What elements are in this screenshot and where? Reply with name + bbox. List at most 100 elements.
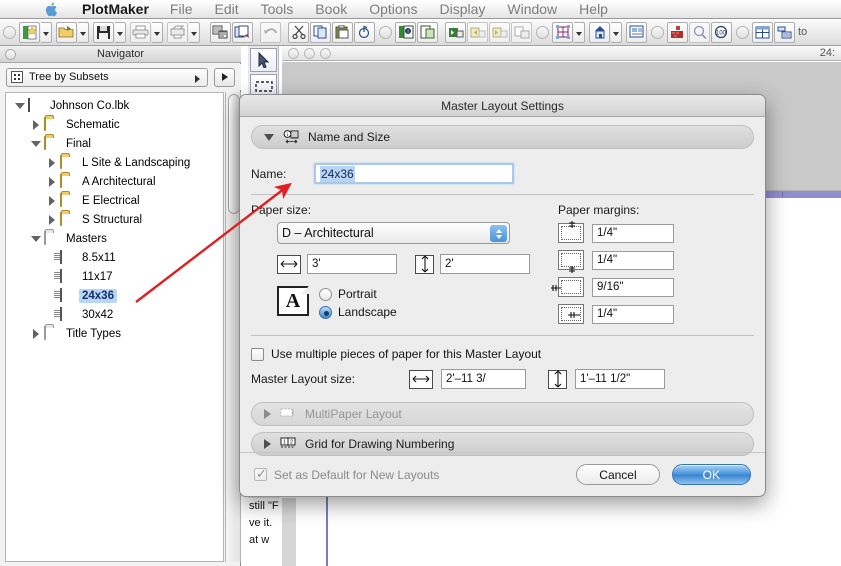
tree-item-24x36[interactable]: 24x36 — [6, 286, 223, 305]
tree-item-title-types[interactable]: Title Types — [6, 324, 223, 343]
set-default-checkbox[interactable] — [254, 466, 267, 482]
dialog-titlebar[interactable]: Master Layout Settings — [240, 95, 765, 117]
multipaper-checkbox[interactable] — [251, 347, 264, 361]
last-drawing-icon[interactable] — [511, 21, 532, 43]
tree-item-8-5x11[interactable]: 8.5x11 — [6, 248, 223, 267]
ok-button[interactable]: OK — [671, 464, 751, 485]
disclosure-triangle-right-icon[interactable] — [28, 329, 44, 339]
place-drawing-icon[interactable] — [210, 21, 231, 43]
toolbar-group-handle[interactable] — [736, 25, 749, 39]
paper-size-popup[interactable]: D – Architectural — [277, 222, 510, 244]
close-icon[interactable] — [5, 49, 16, 60]
tree-item-e-electrical[interactable]: E Electrical — [6, 191, 223, 210]
menu-file[interactable]: File — [159, 0, 204, 19]
open-folder-icon[interactable] — [56, 21, 77, 43]
next-drawing-icon[interactable] — [489, 21, 510, 43]
zoom-icon[interactable] — [689, 21, 710, 43]
menu-edit[interactable]: Edit — [203, 0, 249, 19]
new-document-icon[interactable] — [19, 21, 40, 43]
save-disk-dropdown[interactable] — [115, 21, 126, 43]
multipaper-checkbox-row[interactable]: Use multiple pieces of paper for this Ma… — [251, 347, 754, 361]
cut-scissors-icon[interactable] — [288, 21, 309, 43]
tree-item-johnson-co-lbk[interactable]: Johnson Co.lbk — [6, 96, 223, 115]
navigator-titlebar[interactable]: Navigator — [0, 46, 241, 63]
menu-tools[interactable]: Tools — [250, 0, 305, 19]
tree-view-popup[interactable]: Tree by Subsets — [6, 67, 208, 87]
triangle-right-icon[interactable] — [264, 439, 271, 449]
minimize-icon[interactable] — [304, 47, 315, 59]
copy-icon[interactable] — [310, 21, 331, 43]
drawing-settings-icon[interactable] — [626, 21, 647, 43]
subset-settings-icon[interactable] — [417, 21, 438, 43]
toolbar-group-handle[interactable] — [651, 25, 664, 39]
menu-options[interactable]: Options — [358, 0, 428, 19]
undo-icon[interactable] — [260, 21, 281, 43]
tree-item-masters[interactable]: Masters — [6, 229, 223, 248]
paper-width-field[interactable]: 3' — [307, 254, 397, 274]
radio-icon-selected[interactable] — [319, 305, 332, 319]
print-dropdown[interactable] — [152, 21, 163, 43]
close-icon[interactable] — [288, 47, 299, 59]
tree-item-30x42[interactable]: 30x42 — [6, 305, 223, 324]
menu-help[interactable]: Help — [568, 0, 619, 19]
rotate-icon[interactable] — [354, 21, 375, 43]
disclosure-triangle-right-icon[interactable] — [44, 196, 60, 206]
disclosure-triangle-down-icon[interactable] — [28, 236, 44, 242]
drawing-tool-dropdown[interactable] — [611, 21, 622, 43]
zoom-icon[interactable] — [320, 47, 331, 59]
orientation-landscape-radio[interactable]: Landscape — [319, 305, 397, 319]
disclosure-triangle-down-icon[interactable] — [28, 141, 44, 147]
navigator-go-button[interactable] — [214, 67, 235, 87]
master-layout-icon[interactable] — [552, 21, 573, 43]
book-settings-icon[interactable]: i — [395, 21, 416, 43]
plot-icon[interactable] — [167, 21, 188, 43]
master-layout-width-field[interactable]: 2'–11 3/ — [441, 369, 526, 389]
disclosure-triangle-right-icon[interactable] — [28, 120, 44, 130]
navigator-tree[interactable]: Johnson Co.lbk Schematic Final L Site & Lan… — [5, 92, 224, 562]
section-header-name-and-size[interactable]: i Name and Size — [251, 125, 754, 149]
radio-icon[interactable] — [319, 287, 332, 301]
tree-item-a-architectural[interactable]: A Architectural — [6, 172, 223, 191]
disclosure-triangle-down-icon[interactable] — [12, 103, 28, 109]
menu-app-name[interactable]: PlotMaker — [72, 0, 159, 19]
disclosure-triangle-right-icon[interactable] — [44, 215, 60, 225]
menu-display[interactable]: Display — [428, 0, 496, 19]
disclosure-triangle-right-icon[interactable] — [44, 158, 60, 168]
tree-item-final[interactable]: Final — [6, 134, 223, 153]
tree-item-s-structural[interactable]: S Structural — [6, 210, 223, 229]
master-layout-dropdown[interactable] — [574, 21, 585, 43]
margin-top-field[interactable]: 1/4" — [592, 223, 674, 243]
revise-drawing-icon[interactable] — [232, 21, 253, 43]
stepper-updown-icon[interactable] — [490, 225, 507, 242]
margin-left-field[interactable]: 9/16" — [592, 277, 674, 297]
tree-item-11x17[interactable]: 11x17 — [6, 267, 223, 286]
disclosure-triangle-right-icon[interactable] — [44, 177, 60, 187]
master-layout-height-field[interactable]: 1'–11 1/2" — [575, 369, 665, 389]
menu-window[interactable]: Window — [496, 0, 568, 19]
arrow-pointer-icon[interactable] — [250, 48, 277, 72]
name-field[interactable]: 24x36 — [314, 163, 514, 184]
grid-view-icon[interactable] — [752, 21, 773, 43]
open-folder-dropdown[interactable] — [78, 21, 89, 43]
first-drawing-icon[interactable] — [445, 21, 466, 43]
toolbar-group-handle[interactable] — [536, 25, 549, 39]
drawing-tool-icon[interactable] — [589, 21, 610, 43]
zoom-100-icon[interactable]: 100 — [711, 21, 732, 43]
toolbar-group-handle[interactable] — [379, 25, 392, 39]
apple-logo-icon[interactable] — [44, 1, 66, 18]
print-icon[interactable] — [130, 21, 151, 43]
new-document-dropdown[interactable] — [41, 21, 52, 43]
tree-item-schematic[interactable]: Schematic — [6, 115, 223, 134]
paste-clipboard-icon[interactable] — [332, 21, 353, 43]
triangle-down-icon[interactable] — [264, 133, 274, 141]
margin-bottom-field[interactable]: 1/4" — [592, 250, 674, 270]
palette-icon[interactable] — [667, 21, 688, 43]
menu-book[interactable]: Book — [304, 0, 358, 19]
previous-drawing-icon[interactable] — [467, 21, 488, 43]
section-header-multipaper-layout[interactable]: MultiPaper Layout — [251, 402, 754, 426]
list-view-icon[interactable] — [774, 21, 795, 43]
document-titlebar[interactable]: 24: — [282, 46, 841, 61]
orientation-portrait-radio[interactable]: Portrait — [319, 287, 397, 301]
triangle-right-icon[interactable] — [264, 409, 271, 419]
save-disk-icon[interactable] — [93, 21, 114, 43]
